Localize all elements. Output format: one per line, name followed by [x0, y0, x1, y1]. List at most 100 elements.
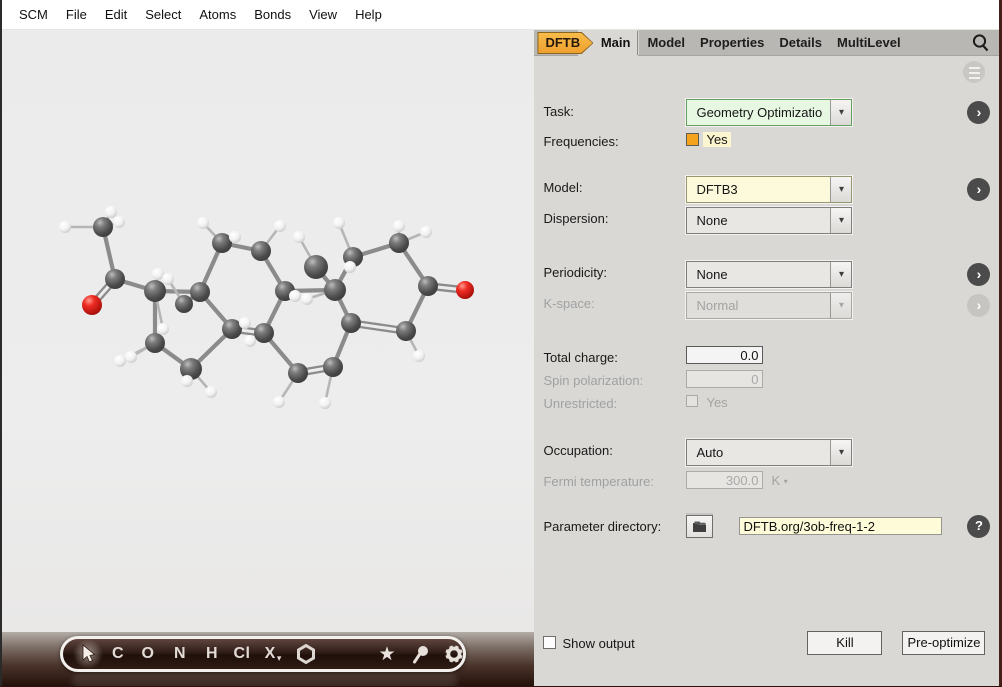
atom-h[interactable] — [105, 206, 117, 218]
task-detail-button[interactable]: › — [967, 101, 991, 124]
total-charge-input[interactable] — [686, 346, 764, 364]
atom-c[interactable] — [323, 357, 343, 377]
atom-h[interactable] — [244, 335, 256, 347]
atom-h[interactable] — [113, 216, 125, 228]
atom-h[interactable] — [59, 221, 71, 233]
menu-help[interactable]: Help — [346, 0, 391, 30]
preoptimize-button[interactable]: Pre-optimize — [902, 631, 986, 655]
atom-h[interactable] — [273, 396, 285, 408]
menu-file[interactable]: File — [57, 0, 96, 30]
ring-tool[interactable] — [294, 639, 318, 669]
atom-c[interactable] — [341, 313, 361, 333]
periodicity-detail-button[interactable]: › — [967, 263, 991, 286]
atom-c[interactable] — [145, 333, 165, 353]
kspace-value: Normal — [696, 298, 739, 313]
atom-h[interactable] — [293, 231, 305, 243]
atom-c[interactable] — [222, 319, 242, 339]
atom-c[interactable] — [144, 280, 166, 302]
molecule-viewer[interactable]: C O N H Cl X ▾ ★ — [2, 30, 535, 686]
frequencies-yes-label: Yes — [703, 132, 731, 147]
atom-c[interactable] — [105, 269, 125, 289]
tab-multilevel[interactable]: MultiLevel — [837, 30, 901, 56]
atom-h[interactable] — [319, 397, 331, 409]
atom-c[interactable] — [288, 363, 308, 383]
parameter-directory-input[interactable] — [739, 517, 943, 535]
tab-details[interactable]: Details — [779, 30, 822, 56]
atom-c[interactable] — [389, 233, 409, 253]
atom-c[interactable] — [304, 255, 328, 279]
task-dropdown-arrow[interactable]: ▾ — [830, 100, 852, 125]
element-chlorine-button[interactable]: Cl — [229, 639, 255, 669]
dispersion-dropdown[interactable]: None ▾ — [686, 207, 853, 234]
periodicity-dropdown[interactable]: None ▾ — [686, 261, 853, 288]
menu-scm[interactable]: SCM — [10, 0, 57, 30]
menu-view[interactable]: View — [300, 0, 346, 30]
model-dropdown-arrow[interactable]: ▾ — [830, 177, 852, 202]
atom-h[interactable] — [413, 350, 425, 362]
atom-h[interactable] — [301, 293, 313, 305]
atom-h[interactable] — [114, 355, 126, 367]
element-oxygen-button[interactable]: O — [137, 639, 159, 669]
tab-properties[interactable]: Properties — [700, 30, 764, 56]
atom-h[interactable] — [344, 261, 356, 273]
occupation-dropdown-arrow[interactable]: ▾ — [830, 440, 852, 465]
atom-h[interactable] — [181, 375, 193, 387]
atom-c[interactable] — [251, 241, 271, 261]
molecule-canvas[interactable] — [2, 30, 534, 686]
menu-edit[interactable]: Edit — [96, 0, 136, 30]
settings-tool[interactable] — [442, 639, 466, 669]
atom-h[interactable] — [239, 317, 251, 329]
frequencies-checkbox[interactable] — [686, 133, 700, 146]
element-carbon-button[interactable]: C — [107, 639, 129, 669]
atom-h[interactable] — [125, 351, 137, 363]
structures-tool[interactable]: ★ — [375, 639, 399, 669]
element-nitrogen-button[interactable]: N — [169, 639, 191, 669]
task-dropdown[interactable]: Geometry Optimizatio ▾ — [686, 99, 853, 126]
tab-model[interactable]: Model — [647, 30, 685, 56]
fermi-temperature-label: Fermi temperature: — [543, 474, 655, 489]
atom-h[interactable] — [393, 220, 405, 232]
atom-o[interactable] — [82, 295, 102, 315]
frequencies-label: Frequencies: — [543, 134, 619, 149]
star-icon: ★ — [378, 643, 396, 665]
select-pointer-tool[interactable] — [73, 639, 103, 669]
search-structure-tool[interactable] — [409, 639, 431, 669]
atom-h[interactable] — [274, 220, 286, 232]
atom-c[interactable] — [175, 295, 193, 313]
atom-h[interactable] — [420, 226, 432, 238]
atom-h[interactable] — [289, 290, 301, 302]
occupation-dropdown[interactable]: Auto ▾ — [686, 439, 853, 466]
folder-browse-button[interactable] — [686, 515, 714, 538]
model-label: Model: — [543, 180, 583, 195]
atom-c[interactable] — [212, 233, 232, 253]
atom-c[interactable] — [190, 282, 210, 302]
atom-h[interactable] — [205, 386, 217, 398]
dispersion-dropdown-arrow[interactable]: ▾ — [830, 208, 852, 233]
atom-h[interactable] — [157, 323, 169, 335]
model-dropdown[interactable]: DFTB3 ▾ — [686, 176, 853, 203]
menu-select[interactable]: Select — [136, 0, 190, 30]
dftb-method-badge[interactable]: DFTB — [538, 33, 593, 53]
periodicity-value: None — [696, 267, 728, 282]
atom-h[interactable] — [229, 231, 241, 243]
atom-c[interactable] — [254, 323, 274, 343]
atom-c[interactable] — [93, 217, 113, 237]
menu-bar: SCM File Edit Select Atoms Bonds View He… — [2, 0, 999, 30]
atom-c[interactable] — [324, 279, 346, 301]
menu-atoms[interactable]: Atoms — [190, 0, 245, 30]
menu-bonds[interactable]: Bonds — [245, 0, 300, 30]
parameter-directory-help-button[interactable]: ? — [967, 515, 991, 538]
atom-h[interactable] — [162, 273, 174, 285]
atom-h[interactable] — [197, 217, 209, 229]
element-picker-button[interactable]: X ▾ — [260, 639, 286, 669]
element-hydrogen-button[interactable]: H — [202, 639, 222, 669]
atom-o[interactable] — [456, 281, 474, 299]
atom-c[interactable] — [418, 276, 438, 296]
model-detail-button[interactable]: › — [967, 178, 991, 201]
kill-button[interactable]: Kill — [807, 631, 883, 655]
show-output-checkbox[interactable] — [543, 636, 557, 649]
periodicity-dropdown-arrow[interactable]: ▾ — [830, 262, 852, 287]
atom-h[interactable] — [333, 217, 345, 229]
search-icon[interactable] — [971, 33, 991, 53]
atom-c[interactable] — [396, 321, 416, 341]
